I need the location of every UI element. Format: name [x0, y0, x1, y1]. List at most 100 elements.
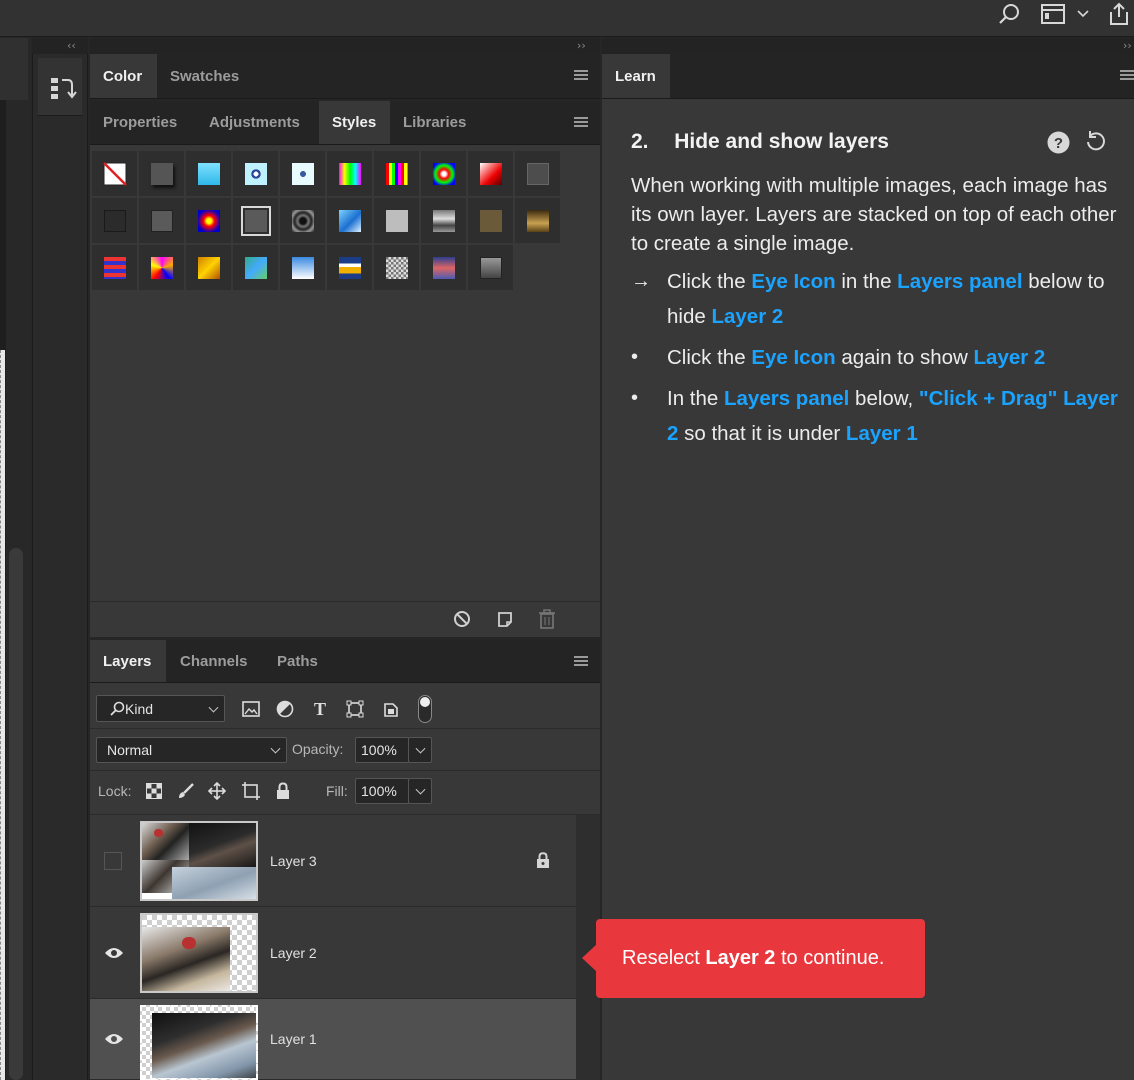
visibility-toggle-empty[interactable] — [104, 851, 122, 870]
style-swatch[interactable] — [515, 151, 560, 196]
canvas-scrollbar[interactable] — [9, 548, 23, 1080]
style-swatch[interactable] — [280, 245, 325, 290]
tab-learn[interactable]: Learn — [602, 54, 670, 98]
tab-layers[interactable]: Layers — [90, 640, 166, 682]
clear-style-icon[interactable] — [452, 609, 472, 629]
bullet-text: in the — [835, 270, 898, 293]
style-swatch-selected[interactable] — [233, 198, 278, 243]
expand-right-icon-2[interactable]: ›› — [1123, 38, 1132, 54]
learn-collapse-bar[interactable] — [602, 38, 1134, 54]
dock-collapse-bar[interactable] — [32, 38, 88, 54]
filter-shape-icon[interactable] — [344, 698, 366, 720]
layer-row-layer-3[interactable]: Layer 3 — [90, 815, 576, 907]
lock-position-move-icon[interactable] — [206, 780, 228, 802]
expand-right-icon[interactable]: ›› — [577, 38, 586, 54]
share-icon[interactable] — [1104, 0, 1132, 28]
bullet-text: below, — [849, 387, 919, 410]
help-icon[interactable]: ? — [1047, 131, 1070, 159]
style-swatch[interactable] — [327, 245, 372, 290]
style-swatch[interactable] — [139, 151, 184, 196]
style-swatch[interactable] — [374, 245, 419, 290]
tab-adjustments[interactable]: Adjustments — [196, 101, 318, 144]
style-swatch[interactable] — [139, 198, 184, 243]
lock-all-icon[interactable] — [272, 780, 294, 802]
style-swatch[interactable] — [374, 198, 419, 243]
style-swatch[interactable] — [186, 151, 231, 196]
styles-menu-icon[interactable] — [574, 117, 588, 127]
style-swatch[interactable] — [468, 245, 513, 290]
style-swatch[interactable] — [139, 245, 184, 290]
style-swatch[interactable] — [233, 245, 278, 290]
blend-mode-dropdown[interactable]: Normal — [96, 737, 287, 763]
style-swatch[interactable] — [186, 198, 231, 243]
lock-icon — [536, 852, 550, 874]
style-swatch[interactable] — [374, 151, 419, 196]
collapse-left-icon[interactable]: ‹‹ — [67, 38, 76, 54]
eye-icon[interactable] — [104, 1032, 124, 1046]
style-none[interactable] — [92, 151, 137, 196]
tab-paths[interactable]: Paths — [264, 640, 332, 682]
style-swatch[interactable] — [421, 198, 466, 243]
style-swatch[interactable] — [515, 198, 560, 243]
learn-menu-icon[interactable] — [1120, 70, 1134, 80]
reset-icon[interactable] — [1084, 130, 1108, 159]
tab-learn-label: Learn — [615, 67, 656, 85]
bullet-highlight: Eye Icon — [751, 270, 836, 293]
tab-properties-label: Properties — [103, 114, 178, 131]
style-swatch[interactable] — [280, 198, 325, 243]
top-bar — [0, 0, 1134, 37]
fill-value: 100% — [361, 783, 397, 799]
fill-label: Fill: — [326, 783, 348, 799]
color-panel-tabs: Color Swatches — [90, 54, 600, 99]
lock-artboard-icon[interactable] — [240, 780, 262, 802]
tab-styles-label: Styles — [332, 114, 377, 131]
arrow-right-icon: → — [631, 270, 651, 292]
filter-smart-object-icon[interactable] — [380, 698, 402, 720]
history-panel-button[interactable] — [38, 58, 82, 116]
filter-pixel-icon[interactable] — [240, 698, 262, 720]
chevron-down-icon — [415, 784, 426, 795]
filter-type-icon[interactable]: T — [309, 698, 331, 720]
panel-collapse-bar[interactable] — [90, 38, 600, 54]
panel-menu-icon[interactable] — [574, 70, 588, 80]
tab-libraries[interactable]: Libraries — [390, 101, 482, 144]
layer-row-layer-2[interactable]: Layer 2 — [90, 907, 576, 999]
style-swatch[interactable] — [421, 245, 466, 290]
lock-pixels-brush-icon[interactable] — [175, 780, 197, 802]
style-swatch[interactable] — [327, 151, 372, 196]
opacity-slider-button[interactable] — [408, 737, 432, 763]
new-style-icon[interactable] — [495, 609, 515, 629]
layer-name: Layer 1 — [270, 1031, 317, 1047]
style-swatch[interactable] — [92, 198, 137, 243]
tab-swatches[interactable]: Swatches — [157, 54, 247, 98]
eye-icon[interactable] — [104, 946, 124, 960]
tab-color[interactable]: Color — [90, 54, 157, 98]
style-swatch[interactable] — [327, 198, 372, 243]
tab-properties[interactable]: Properties — [90, 101, 195, 144]
filter-adjustment-icon[interactable] — [274, 698, 296, 720]
trash-icon[interactable] — [537, 609, 557, 629]
step-heading: 2. Hide and show layers — [631, 130, 889, 154]
chevron-down-icon[interactable] — [1074, 0, 1092, 28]
bullet-text: so that it is under — [678, 422, 846, 445]
workspace-icon[interactable] — [1040, 0, 1066, 28]
style-swatch[interactable] — [468, 151, 513, 196]
fill-slider-button[interactable] — [408, 778, 432, 804]
style-swatch[interactable] — [421, 151, 466, 196]
tab-channels[interactable]: Channels — [167, 640, 263, 682]
style-swatch[interactable] — [468, 198, 513, 243]
filter-kind-dropdown[interactable]: Kind — [96, 695, 225, 722]
style-swatch[interactable] — [186, 245, 231, 290]
style-swatch[interactable] — [280, 151, 325, 196]
toast-pointer — [582, 944, 597, 972]
opacity-input[interactable]: 100% — [355, 737, 409, 763]
style-swatch[interactable] — [92, 245, 137, 290]
filter-toggle-switch[interactable] — [418, 695, 432, 723]
search-icon[interactable] — [996, 0, 1022, 28]
style-swatch[interactable] — [233, 151, 278, 196]
layers-menu-icon[interactable] — [574, 656, 588, 666]
fill-input[interactable]: 100% — [355, 778, 409, 804]
tab-styles[interactable]: Styles — [319, 101, 390, 144]
layer-row-layer-1[interactable]: Layer 1 — [90, 999, 576, 1080]
lock-transparent-icon[interactable] — [143, 780, 165, 802]
